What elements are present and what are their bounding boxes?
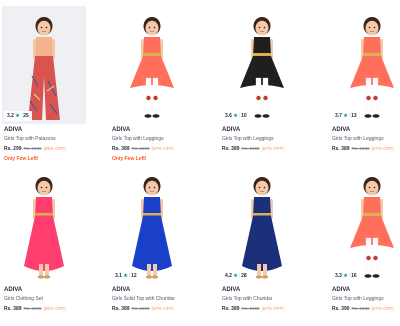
product-card[interactable]: 3.3 ★|16 ADIVA Girls Top with Leggings Rs. … [330,166,400,326]
product-grid: 3.2 ★|25 ADIVA Girls Top with Palazzos Rs. … [0,0,400,316]
product-brand: ADIVA [4,127,23,133]
product-figure [28,17,60,120]
product-figure [350,177,394,278]
product-price: Rs. 390 Rs. 1599 (67% OFF) [332,306,394,312]
product-figure [350,17,394,118]
product-name: Girls Top with Leggings [112,136,164,142]
product-price: Rs. 389 Rs. 1599 (67% OFF) [112,146,174,152]
product-image[interactable]: 3.2 ★|25 [2,6,86,124]
product-brand: ADIVA [112,127,131,133]
price-discount: (67% OFF) [371,146,394,151]
product-figure [130,17,174,118]
product-figure [240,17,284,118]
product-card[interactable]: 3.6 ★|10 ADIVA Girls Top with Leggings Rs. … [220,6,320,166]
product-brand: ADIVA [332,127,351,133]
price-discount: (67% OFF) [261,306,284,311]
product-name: Girls Top with Churidar [222,296,273,302]
rating-badge: 4.2 ★|28 [222,271,250,281]
rating-count: 12 [131,273,137,279]
product-card[interactable]: ADIVA Girls Top with Leggings Rs. 389 Rs. 1… [110,6,210,166]
price-mrp: Rs. 1599 [131,306,150,311]
price-mrp: Rs. 1999 [23,146,42,151]
product-figure [24,177,64,279]
product-brand: ADIVA [4,287,23,293]
price-current: Rs. 389 [222,306,240,312]
price-discount: (67% OFF) [371,306,394,311]
product-image[interactable]: 3.6 ★|10 [220,6,304,124]
product-price: Rs. 389 Rs. 1599 (67% OFF) [222,146,284,152]
product-name: Girls Top with Leggings [332,296,384,302]
product-price: Rs. 389 Rs. 1599 (67% OFF) [112,306,174,312]
price-discount: (67% OFF) [151,306,174,311]
rating-count: 25 [23,113,29,119]
product-card[interactable]: ADIVA Girls Clothing Set Rs. 389 Rs. 1899 (8… [2,166,102,326]
rating-value: 3.1 [115,273,122,279]
rating-value: 3.2 [7,113,14,119]
product-image[interactable]: 3.1 ★|12 [110,166,194,284]
rating-badge: 3.3 ★|16 [332,271,360,281]
product-image[interactable] [110,6,194,124]
rating-value: 3.6 [225,113,232,119]
product-card[interactable]: 4.2 ★|28 ADIVA Girls Top with Churidar Rs. … [220,166,320,326]
rating-badge: 3.7 ★|13 [332,111,360,121]
product-price: Rs. 389 Rs. 1899 (80% OFF) [4,306,66,312]
product-image[interactable]: 3.7 ★|13 [330,6,400,124]
product-name: Girls Top with Leggings [332,136,384,142]
price-mrp: Rs. 1599 [351,146,370,151]
price-current: Rs. 389 [222,146,240,152]
product-price: Rs. 389 Rs. 1599 (67% OFF) [332,146,394,152]
product-price: Rs. 299 Rs. 1999 (85% OFF) [4,146,66,152]
product-name: Girls Top with Leggings [222,136,274,142]
price-mrp: Rs. 1599 [351,306,370,311]
product-brand: ADIVA [222,127,241,133]
product-name: Girls Top with Palazzos [4,136,56,142]
price-current: Rs. 389 [112,146,130,152]
rating-value: 3.3 [335,273,342,279]
rating-badge: 3.6 ★|10 [222,111,250,121]
product-image[interactable]: 3.3 ★|16 [330,166,400,284]
product-card[interactable]: 3.1 ★|12 ADIVA Girls Solid Top with Churid… [110,166,210,326]
stock-warning: Only Few Left! [112,156,147,162]
rating-value: 4.2 [225,273,232,279]
product-price: Rs. 389 Rs. 1599 (67% OFF) [222,306,284,312]
price-current: Rs. 389 [112,306,130,312]
price-discount: (80% OFF) [43,306,66,311]
product-brand: ADIVA [332,287,351,293]
price-mrp: Rs. 1899 [23,306,42,311]
price-discount: (85% OFF) [43,146,66,151]
rating-count: 10 [241,113,247,119]
product-name: Girls Clothing Set [4,296,43,302]
price-current: Rs. 389 [4,306,22,312]
price-mrp: Rs. 1599 [241,146,260,151]
price-mrp: Rs. 1599 [241,306,260,311]
price-current: Rs. 299 [4,146,22,152]
stock-warning: Only Few Left! [4,156,39,162]
price-discount: (67% OFF) [151,146,174,151]
rating-count: 16 [351,273,357,279]
price-current: Rs. 389 [332,146,350,152]
product-name: Girls Solid Top with Churidar [112,296,175,302]
product-card[interactable]: 3.2 ★|25 ADIVA Girls Top with Palazzos Rs. … [2,6,102,166]
rating-value: 3.7 [335,113,342,119]
product-figure [242,177,282,279]
price-current: Rs. 390 [332,306,350,312]
rating-badge: 3.2 ★|25 [4,111,32,121]
product-card[interactable]: 3.7 ★|13 ADIVA Girls Top with Leggings Rs. … [330,6,400,166]
product-brand: ADIVA [222,287,241,293]
product-figure [132,177,172,279]
rating-badge: 3.1 ★|12 [112,271,140,281]
price-mrp: Rs. 1599 [131,146,150,151]
rating-count: 28 [241,273,247,279]
product-image[interactable]: 4.2 ★|28 [220,166,304,284]
price-discount: (67% OFF) [261,146,284,151]
product-image[interactable] [2,166,86,284]
product-brand: ADIVA [112,287,131,293]
rating-count: 13 [351,113,357,119]
